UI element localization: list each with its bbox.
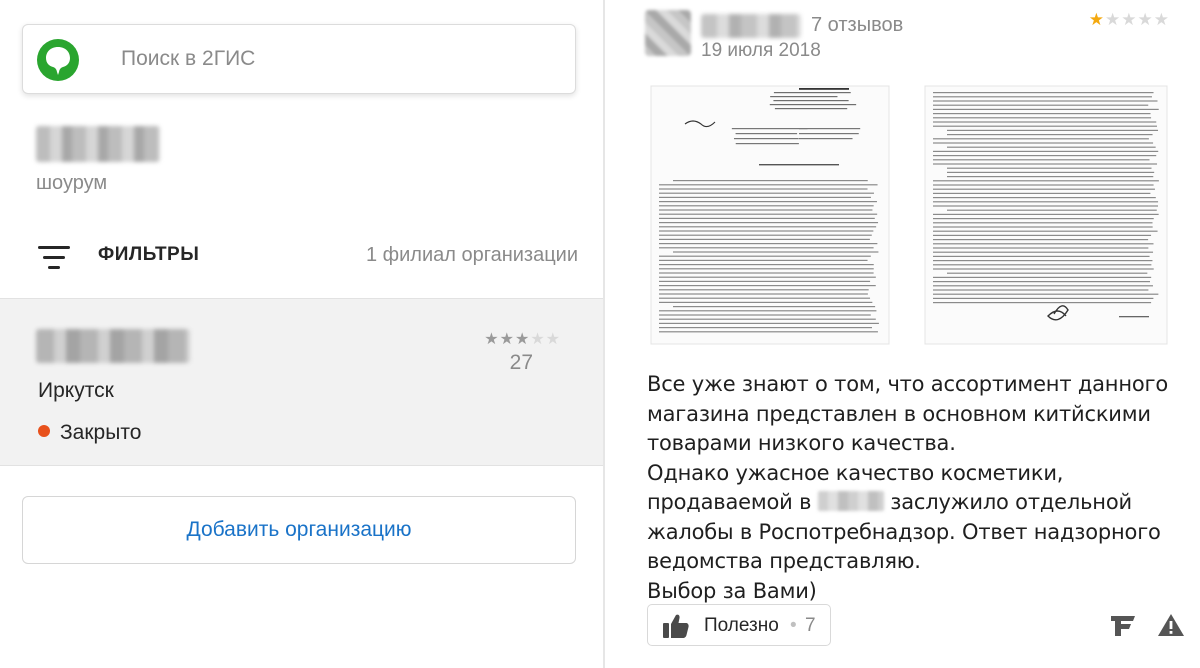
helpful-button[interactable]: Полезно • 7 bbox=[647, 604, 831, 646]
star-icon: ★ bbox=[1153, 10, 1170, 29]
review-text: Все уже знают о том, что ассортимент дан… bbox=[647, 370, 1187, 606]
review-text-fragment: заслужило отдельной bbox=[890, 490, 1132, 514]
author-name-redacted bbox=[701, 14, 801, 38]
avatar[interactable] bbox=[645, 10, 691, 56]
store-name-redacted bbox=[817, 491, 884, 511]
warning-icon[interactable] bbox=[1157, 612, 1185, 638]
review-text-line: Выбор за Вами) bbox=[647, 578, 817, 603]
review-panel: 7 отзывов 19 июля 2018 ★★★★★ Все уже зна… bbox=[605, 0, 1200, 668]
branch-name-redacted bbox=[36, 329, 190, 363]
2gis-logo-icon[interactable] bbox=[37, 39, 79, 81]
branch-status: Закрыто bbox=[38, 421, 141, 445]
review-text-line: ведомства представляю. bbox=[647, 549, 921, 573]
review-text-line: магазина представлен в основном китйским… bbox=[647, 401, 1151, 426]
star-icon: ★ bbox=[1105, 10, 1122, 29]
thumbs-up-icon bbox=[662, 613, 690, 639]
review-attachment-image[interactable] bbox=[649, 84, 1169, 346]
add-organization-button[interactable]: Добавить организацию bbox=[22, 496, 576, 564]
review-text-fragment: продаваемой в bbox=[647, 490, 812, 514]
filters-row: ФИЛЬТРЫ 1 филиал организации bbox=[38, 240, 578, 280]
review-text-line: Все уже знают о том, что ассортимент дан… bbox=[647, 372, 1168, 396]
star-icon: ★ bbox=[1088, 10, 1105, 29]
star-icon: ★ bbox=[484, 331, 500, 348]
star-icon: ★ bbox=[530, 331, 546, 348]
filters-button[interactable]: ФИЛЬТРЫ bbox=[98, 244, 199, 266]
branch-city: Иркутск bbox=[38, 379, 114, 402]
filter-icon[interactable] bbox=[38, 246, 70, 270]
branch-count: 1 филиал организации bbox=[365, 244, 578, 266]
helpful-separator: • bbox=[790, 615, 797, 636]
organization-name-redacted bbox=[36, 126, 160, 162]
review-rating-stars: ★★★★★ bbox=[1089, 10, 1170, 30]
review-text-line: товарами низкого качества. bbox=[647, 431, 956, 455]
flamp-icon[interactable] bbox=[1109, 612, 1139, 638]
branch-status-label: Закрыто bbox=[60, 421, 142, 444]
branch-rating-stars: ★★★★★ bbox=[484, 329, 561, 349]
left-panel: Поиск в 2ГИС шоурум ФИЛЬТРЫ 1 филиал орг… bbox=[0, 0, 603, 668]
star-icon: ★ bbox=[1121, 10, 1138, 29]
helpful-count: 7 bbox=[805, 615, 816, 636]
star-icon: ★ bbox=[1137, 10, 1154, 29]
review-text-line: жалобы в Роспотребнадзор. Ответ надзорно… bbox=[647, 519, 1161, 544]
helpful-label: Полезно bbox=[704, 615, 779, 636]
organization-type: шоурум bbox=[36, 172, 108, 194]
branch-card[interactable]: ★★★★★ 27 Иркутск Закрыто bbox=[0, 298, 603, 466]
search-input[interactable]: Поиск в 2ГИС bbox=[121, 47, 255, 71]
star-icon: ★ bbox=[545, 331, 561, 348]
star-icon: ★ bbox=[514, 331, 531, 348]
review-text-line: продаваемой в заслужило отдельной bbox=[647, 488, 1187, 518]
branch-review-count: 27 bbox=[509, 351, 533, 374]
star-icon: ★ bbox=[499, 331, 515, 348]
author-review-count[interactable]: 7 отзывов bbox=[811, 14, 903, 37]
search-box[interactable]: Поиск в 2ГИС bbox=[22, 24, 576, 94]
review-date: 19 июля 2018 bbox=[701, 40, 821, 61]
review-text-line: Однако ужасное качество косметики, bbox=[647, 460, 1064, 485]
status-dot-icon bbox=[38, 425, 50, 438]
